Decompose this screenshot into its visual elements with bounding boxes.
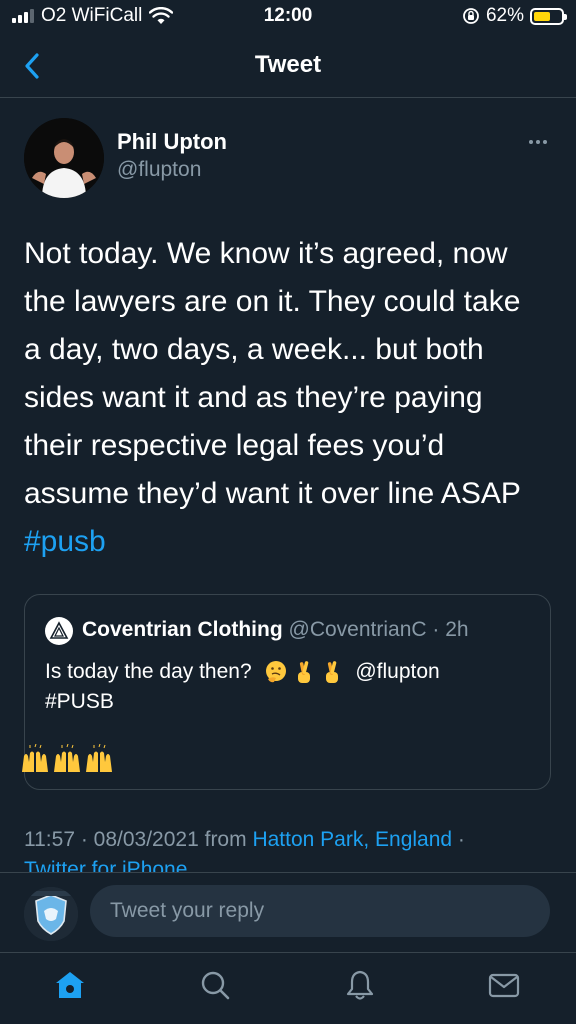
- more-dot: [536, 140, 540, 144]
- meta-separator: ·: [457, 828, 465, 851]
- more-dot: [543, 140, 547, 144]
- author-avatar[interactable]: [24, 118, 104, 198]
- quoted-time: · 2h: [432, 618, 469, 641]
- tweet-text-line: their respective legal fees you’d: [24, 429, 445, 462]
- messages-icon: [488, 973, 520, 998]
- user-avatar-badge: [24, 887, 78, 941]
- tweet-text-line: sides want it and as they’re paying: [24, 381, 483, 414]
- tweet-text-line: assume they’d want it over line ASAP: [24, 477, 521, 510]
- tweet-text: Not today. We know it’s agreed, now the …: [24, 230, 564, 566]
- user-avatar[interactable]: [24, 887, 78, 941]
- tweet-detail-screen: O2 WiFiCall 12:00 62% Tweet Phil Upton @…: [0, 0, 576, 1024]
- more-options-button[interactable]: [524, 132, 552, 152]
- page-title: Tweet: [254, 51, 322, 78]
- tab-home[interactable]: [52, 967, 88, 1003]
- tweet-text-line: Not today. We know it’s agreed, now: [24, 237, 508, 270]
- thinking-face-emoji: [265, 661, 286, 683]
- quoted-author-handle: @CoventrianC: [288, 618, 427, 641]
- quoted-text-line: Is today the day then? @flupton: [45, 657, 535, 687]
- quoted-mention: @flupton: [355, 660, 440, 683]
- crossed-fingers-emoji: [297, 661, 310, 684]
- battery-level-fill: [534, 11, 551, 21]
- search-icon: [201, 971, 230, 1000]
- tweet-meta: 11:57 · 08/03/2021 from Hatton Park, Eng…: [24, 828, 465, 852]
- orientation-lock-icon: [463, 8, 479, 24]
- quoted-emoji-group: [264, 659, 344, 685]
- tweet-source-link[interactable]: Twitter for iPhone: [24, 858, 187, 872]
- quoted-text: Is today the day then? @flupton #PUSB: [45, 657, 535, 717]
- tab-bar: [0, 952, 576, 1024]
- tab-search[interactable]: [197, 967, 233, 1003]
- author-handle[interactable]: @flupton: [117, 158, 201, 182]
- quoted-logo-icon: [49, 621, 69, 639]
- quoted-avatar: [45, 617, 73, 645]
- reply-bar: [0, 872, 576, 952]
- quoted-header: Coventrian Clothing @CoventrianC · 2h: [82, 618, 469, 642]
- author-name[interactable]: Phil Upton: [117, 129, 227, 155]
- reply-input[interactable]: [90, 885, 550, 937]
- crossed-fingers-emoji: [325, 661, 338, 684]
- tweet-text-line: a day, two days, a week... but both: [24, 333, 484, 366]
- tab-notifications[interactable]: [342, 967, 378, 1003]
- more-dot: [529, 140, 533, 144]
- home-icon: [56, 972, 84, 998]
- tab-messages[interactable]: [486, 967, 522, 1003]
- tweet-hashtag-link[interactable]: #pusb: [24, 518, 564, 566]
- nav-header: Tweet: [0, 34, 576, 98]
- quoted-text-main: Is today the day then?: [45, 660, 252, 683]
- tweet-location-link[interactable]: Hatton Park, England: [252, 828, 452, 851]
- tweet-from-word: from: [204, 828, 247, 851]
- tweet-source-text: Twitter for iPhone: [24, 858, 188, 872]
- quoted-clap-emojis: [20, 744, 116, 774]
- quoted-hashtag: #PUSB: [45, 690, 114, 713]
- notifications-icon: [346, 970, 374, 1000]
- tweet-timestamp: 11:57 · 08/03/2021: [24, 828, 199, 851]
- tweet-text-line: the lawyers are on it. They could take: [24, 285, 521, 318]
- author-photo: [24, 118, 104, 198]
- status-bar: O2 WiFiCall 12:00 62%: [0, 0, 576, 34]
- raising-hands-emoji: [22, 744, 112, 772]
- status-right: 62%: [462, 5, 567, 27]
- battery-percent: 62%: [485, 5, 524, 26]
- battery-icon: [530, 7, 567, 25]
- quoted-author-name: Coventrian Clothing: [82, 618, 283, 641]
